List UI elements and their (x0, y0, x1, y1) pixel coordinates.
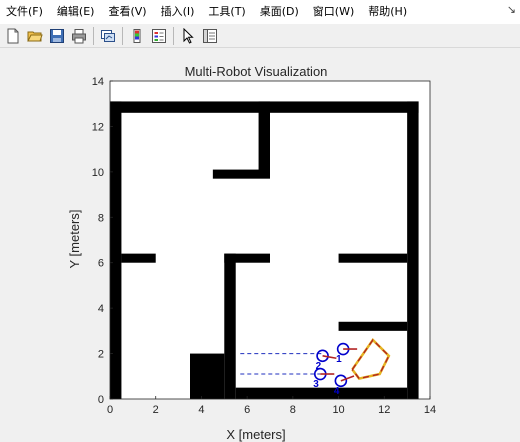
link-plot-button[interactable] (99, 27, 117, 45)
x-tick-label: 2 (153, 404, 159, 416)
x-tick-label: 6 (244, 404, 250, 416)
obstacle-wall (121, 253, 156, 263)
plot-title: Multi-Robot Visualization (185, 64, 328, 79)
save-icon (50, 28, 64, 43)
robot-label: 1 (336, 354, 342, 365)
insert-colorbar-button[interactable] (128, 27, 146, 45)
menu-desktop[interactable]: 桌面(D) (253, 0, 306, 24)
new-figure-button[interactable] (4, 27, 22, 45)
y-tick-label: 0 (98, 394, 104, 406)
y-tick-label: 2 (98, 349, 104, 361)
toolbar (0, 24, 520, 48)
obstacle-wall (258, 101, 270, 177)
obstacle-wall (110, 101, 122, 399)
colorbar-icon (133, 28, 141, 43)
pointer-arrow-icon (183, 27, 194, 44)
save-figure-button[interactable] (48, 27, 66, 45)
toolbar-separator (93, 26, 94, 45)
x-tick-label: 10 (332, 404, 344, 416)
menu-file[interactable]: 文件(F) (0, 0, 50, 24)
x-tick-label: 14 (424, 404, 436, 416)
x-tick-label: 4 (198, 404, 204, 416)
legend-icon (152, 28, 166, 43)
edit-plot-button[interactable] (179, 27, 197, 45)
print-figure-button[interactable] (70, 27, 88, 45)
y-tick-label: 4 (98, 303, 104, 315)
map-plot[interactable]: 1234 0 2 4 6 8 10 12 14 02468101214 Multi-Robot… (0, 49, 520, 442)
link-plot-icon (101, 29, 115, 42)
obstacle-wall (338, 321, 408, 331)
x-tick-label: 0 (107, 404, 113, 416)
x-axis-label: X [meters] (226, 427, 285, 442)
obstacle-wall (224, 253, 236, 399)
robot-label: 4 (334, 386, 340, 397)
property-inspector-icon (203, 28, 217, 43)
property-inspector-button[interactable] (201, 27, 219, 45)
printer-icon (72, 28, 86, 43)
arrow-icon[interactable]: ↘ (507, 3, 516, 16)
figure-canvas: 1234 0 2 4 6 8 10 12 14 0 2 4 6 8 10 12 14 Multi-Robot… (0, 49, 520, 442)
menu-view[interactable]: 查看(V) (101, 0, 153, 24)
menu-help[interactable]: 帮助(H) (361, 0, 414, 24)
open-file-button[interactable] (26, 27, 44, 45)
menu-window[interactable]: 窗口(W) (306, 0, 361, 24)
obstacle-wall (235, 387, 408, 399)
menu-tools[interactable]: 工具(T) (201, 0, 252, 24)
obstacle-wall (212, 169, 270, 179)
menu-insert[interactable]: 插入(I) (154, 0, 202, 24)
obstacle-wall (190, 353, 225, 399)
y-tick-label: 14 (92, 76, 104, 88)
insert-legend-button[interactable] (150, 27, 168, 45)
y-tick-label: 10 (92, 167, 104, 179)
robot-label: 3 (313, 379, 319, 390)
x-tick-label: 8 (290, 404, 296, 416)
y-tick-label: 6 (98, 258, 104, 270)
toolbar-separator (173, 26, 174, 45)
y-axis-label: Y [meters] (67, 209, 82, 268)
new-file-icon (7, 28, 19, 43)
y-tick-label: 8 (98, 212, 104, 224)
obstacle-wall (407, 101, 419, 399)
folder-open-icon (27, 31, 43, 41)
menu-edit[interactable]: 编辑(E) (50, 0, 102, 24)
toolbar-separator (122, 26, 123, 45)
obstacle-wall (338, 253, 408, 263)
y-tick-label: 12 (92, 121, 104, 133)
x-tick-label: 12 (378, 404, 390, 416)
menu-bar: 文件(F) 编辑(E) 查看(V) 插入(I) 工具(T) 桌面(D) 窗口(W… (0, 0, 520, 24)
